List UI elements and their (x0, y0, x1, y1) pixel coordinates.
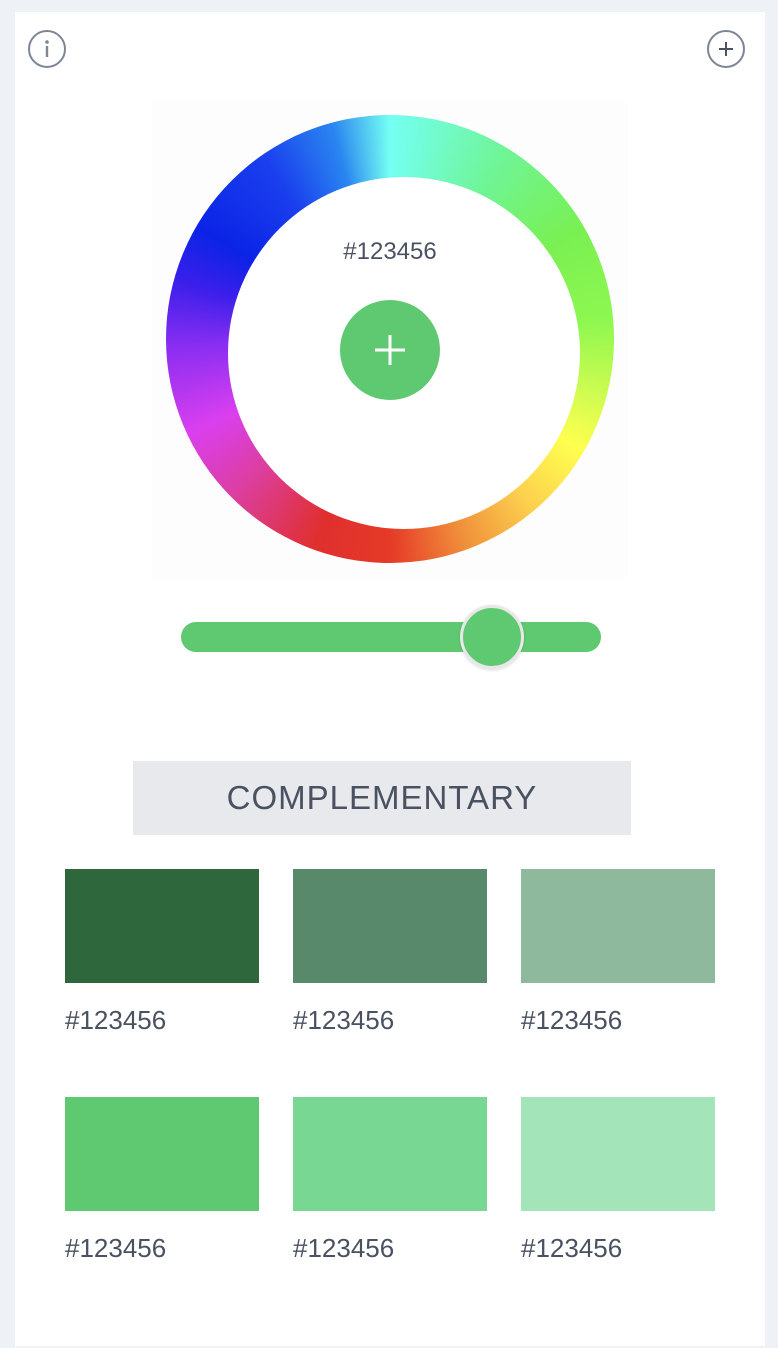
swatch-color[interactable] (521, 1097, 715, 1211)
color-wheel-area: #123456 (152, 102, 628, 578)
scheme-selector-button[interactable]: COMPLEMENTARY (133, 761, 631, 835)
scheme-label: COMPLEMENTARY (226, 779, 538, 816)
selected-hex-label: #123456 (343, 238, 437, 265)
swatch-color[interactable] (65, 869, 259, 983)
swatch-color[interactable] (65, 1097, 259, 1211)
swatch-item: #123456 (521, 1097, 715, 1325)
swatch-item: #123456 (293, 1097, 487, 1325)
swatch-grid: #123456 #123456 #123456 #123456 #123456 … (65, 869, 717, 1325)
swatch-item: #123456 (65, 1097, 259, 1325)
swatch-hex-label: #123456 (65, 1233, 167, 1263)
plus-circle-icon (719, 42, 733, 56)
swatch-item: #123456 (293, 869, 487, 1097)
color-picker-card: #123456 COMPLEMENTARY #123456 #123456 #1… (15, 12, 765, 1346)
brightness-slider[interactable] (181, 622, 601, 652)
plus-icon (375, 335, 405, 365)
swatch-color[interactable] (521, 869, 715, 983)
slider-handle[interactable] (459, 605, 524, 669)
add-color-button[interactable] (707, 30, 745, 68)
swatch-hex-label: #123456 (521, 1233, 623, 1263)
swatch-hex-label: #123456 (65, 1005, 167, 1035)
swatch-hex-label: #123456 (293, 1233, 395, 1263)
swatch-hex-label: #123456 (521, 1005, 623, 1035)
swatch-item: #123456 (521, 869, 715, 1097)
add-selected-color-button[interactable] (340, 300, 440, 400)
swatch-color[interactable] (293, 1097, 487, 1211)
swatch-color[interactable] (293, 869, 487, 983)
info-icon (45, 40, 49, 57)
swatch-item: #123456 (65, 869, 259, 1097)
info-button[interactable] (28, 30, 66, 68)
swatch-hex-label: #123456 (293, 1005, 395, 1035)
